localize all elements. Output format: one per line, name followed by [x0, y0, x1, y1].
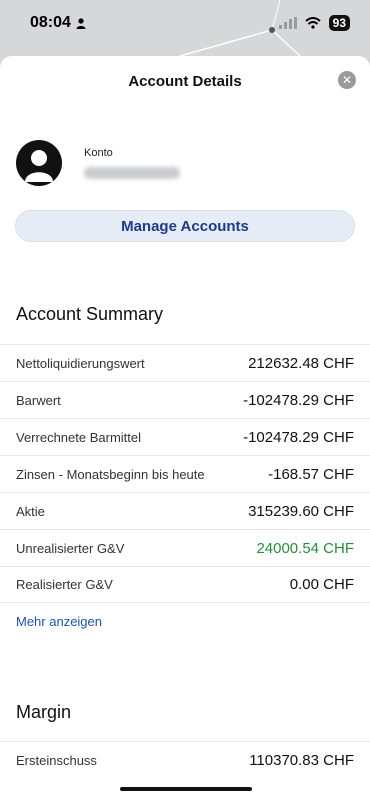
manage-accounts-button[interactable]: Manage Accounts	[15, 210, 355, 242]
row-label: Ersteinschuss	[16, 752, 97, 768]
summary-row-settled-cash[interactable]: Verrechnete Barmittel -102478.29 CHF	[0, 418, 370, 455]
row-value: -168.57 CHF	[268, 465, 354, 483]
row-label: Verrechnete Barmittel	[16, 429, 142, 445]
battery-icon: 93	[328, 15, 350, 31]
avatar	[16, 140, 62, 186]
person-icon	[76, 17, 86, 29]
status-indicators: 93	[278, 15, 350, 31]
summary-row-unrealized-pnl[interactable]: Unrealisierter G&V 24000.54 CHF	[0, 529, 370, 566]
account-info: Konto	[84, 147, 180, 179]
status-time: 08:04	[30, 14, 71, 31]
account-summary-title: Account Summary	[16, 304, 164, 324]
row-value: 110370.83 CHF	[249, 751, 354, 769]
summary-row-interest-mtd[interactable]: Zinsen - Monatsbeginn bis heute -168.57 …	[0, 455, 370, 492]
account-id-blurred	[84, 167, 180, 179]
user-icon	[25, 150, 53, 182]
row-value: -102478.29 CHF	[243, 428, 354, 446]
page-title: Account Details	[128, 72, 242, 90]
row-label: Realisierter G&V	[16, 577, 113, 592]
row-value: 24000.54 CHF	[256, 539, 354, 557]
summary-row-stock[interactable]: Aktie 315239.60 CHF	[0, 492, 370, 529]
account-label: Konto	[84, 147, 113, 159]
row-value: 212632.48 CHF	[248, 354, 354, 372]
margin-list: Ersteinschuss 110370.83 CHF	[0, 741, 370, 778]
row-label: Nettoliquidierungswert	[16, 355, 145, 371]
summary-row-cash-value[interactable]: Barwert -102478.29 CHF	[0, 381, 370, 418]
show-more-link[interactable]: Mehr anzeigen	[16, 614, 102, 629]
row-label: Barwert	[16, 392, 61, 408]
row-label: Zinsen - Monatsbeginn bis heute	[16, 466, 205, 482]
row-label: Unrealisierter G&V	[16, 540, 125, 556]
signal-icon	[278, 17, 297, 29]
row-label: Aktie	[16, 503, 45, 519]
account-summary-list: Nettoliquidierungswert 212632.48 CHF Bar…	[0, 344, 370, 603]
row-value: 315239.60 CHF	[248, 502, 354, 520]
close-icon: ✕	[341, 73, 353, 87]
row-value: 0.00 CHF	[289, 576, 354, 593]
sheet-header: Account Details ✕	[0, 56, 370, 106]
status-time-group: 08:04	[30, 14, 86, 32]
row-value: -102478.29 CHF	[243, 391, 354, 409]
margin-title: Margin	[16, 702, 72, 722]
account-details-sheet: Account Details ✕ Konto Manage Accounts …	[0, 56, 370, 800]
status-bar: 08:04 93	[0, 0, 370, 46]
account-header: Konto	[16, 140, 180, 186]
summary-row-realized-pnl[interactable]: Realisierter G&V 0.00 CHF	[0, 566, 370, 603]
home-indicator[interactable]	[120, 787, 252, 791]
close-button[interactable]: ✕	[338, 71, 356, 89]
summary-row-net-liquidation[interactable]: Nettoliquidierungswert 212632.48 CHF	[0, 344, 370, 381]
margin-row-initial-margin[interactable]: Ersteinschuss 110370.83 CHF	[0, 741, 370, 778]
wifi-icon	[304, 17, 321, 29]
